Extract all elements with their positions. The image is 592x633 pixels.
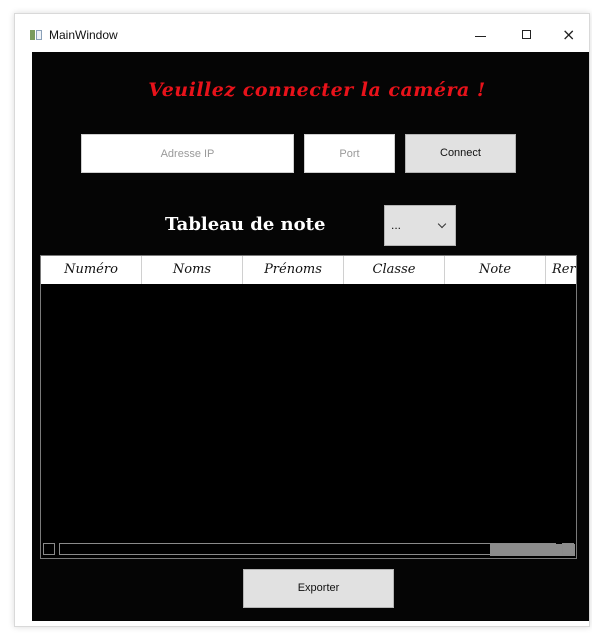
column-header-remarque[interactable]: Rer — [546, 256, 576, 284]
camera-warning: Veuillez connecter la caméra ! — [148, 79, 486, 101]
main-window: MainWindow × Veuillez connecter la camér… — [14, 13, 590, 627]
port-input[interactable] — [304, 134, 395, 173]
window-title: MainWindow — [49, 28, 118, 42]
app-window-icon — [30, 30, 42, 40]
ip-address-input[interactable] — [81, 134, 294, 173]
table-header: Numéro Noms Prénoms Classe Note Rer — [41, 256, 576, 284]
central-panel: Veuillez connecter la caméra ! Connect T… — [32, 52, 589, 621]
column-header-noms[interactable]: Noms — [142, 256, 243, 284]
maximize-icon[interactable] — [514, 24, 542, 48]
column-header-prenoms[interactable]: Prénoms — [243, 256, 344, 284]
minimize-icon[interactable] — [467, 24, 495, 48]
connect-button[interactable]: Connect — [405, 134, 516, 173]
column-header-classe[interactable]: Classe — [344, 256, 445, 284]
chevron-down-icon — [437, 219, 447, 229]
grades-selector[interactable]: ... — [384, 205, 456, 246]
grades-selector-value: ... — [391, 218, 402, 232]
column-header-numero[interactable]: Numéro — [41, 256, 142, 284]
export-button[interactable]: Exporter — [243, 569, 394, 608]
scroll-right-button[interactable] — [562, 543, 574, 555]
horizontal-scrollbar[interactable] — [41, 540, 576, 558]
grades-table[interactable]: Numéro Noms Prénoms Classe Note Rer — [40, 255, 577, 559]
close-icon[interactable]: × — [556, 24, 584, 48]
grades-table-title: Tableau de note — [165, 214, 326, 235]
scroll-left-button[interactable] — [43, 543, 55, 555]
title-bar[interactable]: MainWindow × — [15, 14, 589, 52]
column-header-note[interactable]: Note — [445, 256, 546, 284]
scrollbar-track[interactable] — [59, 543, 575, 556]
